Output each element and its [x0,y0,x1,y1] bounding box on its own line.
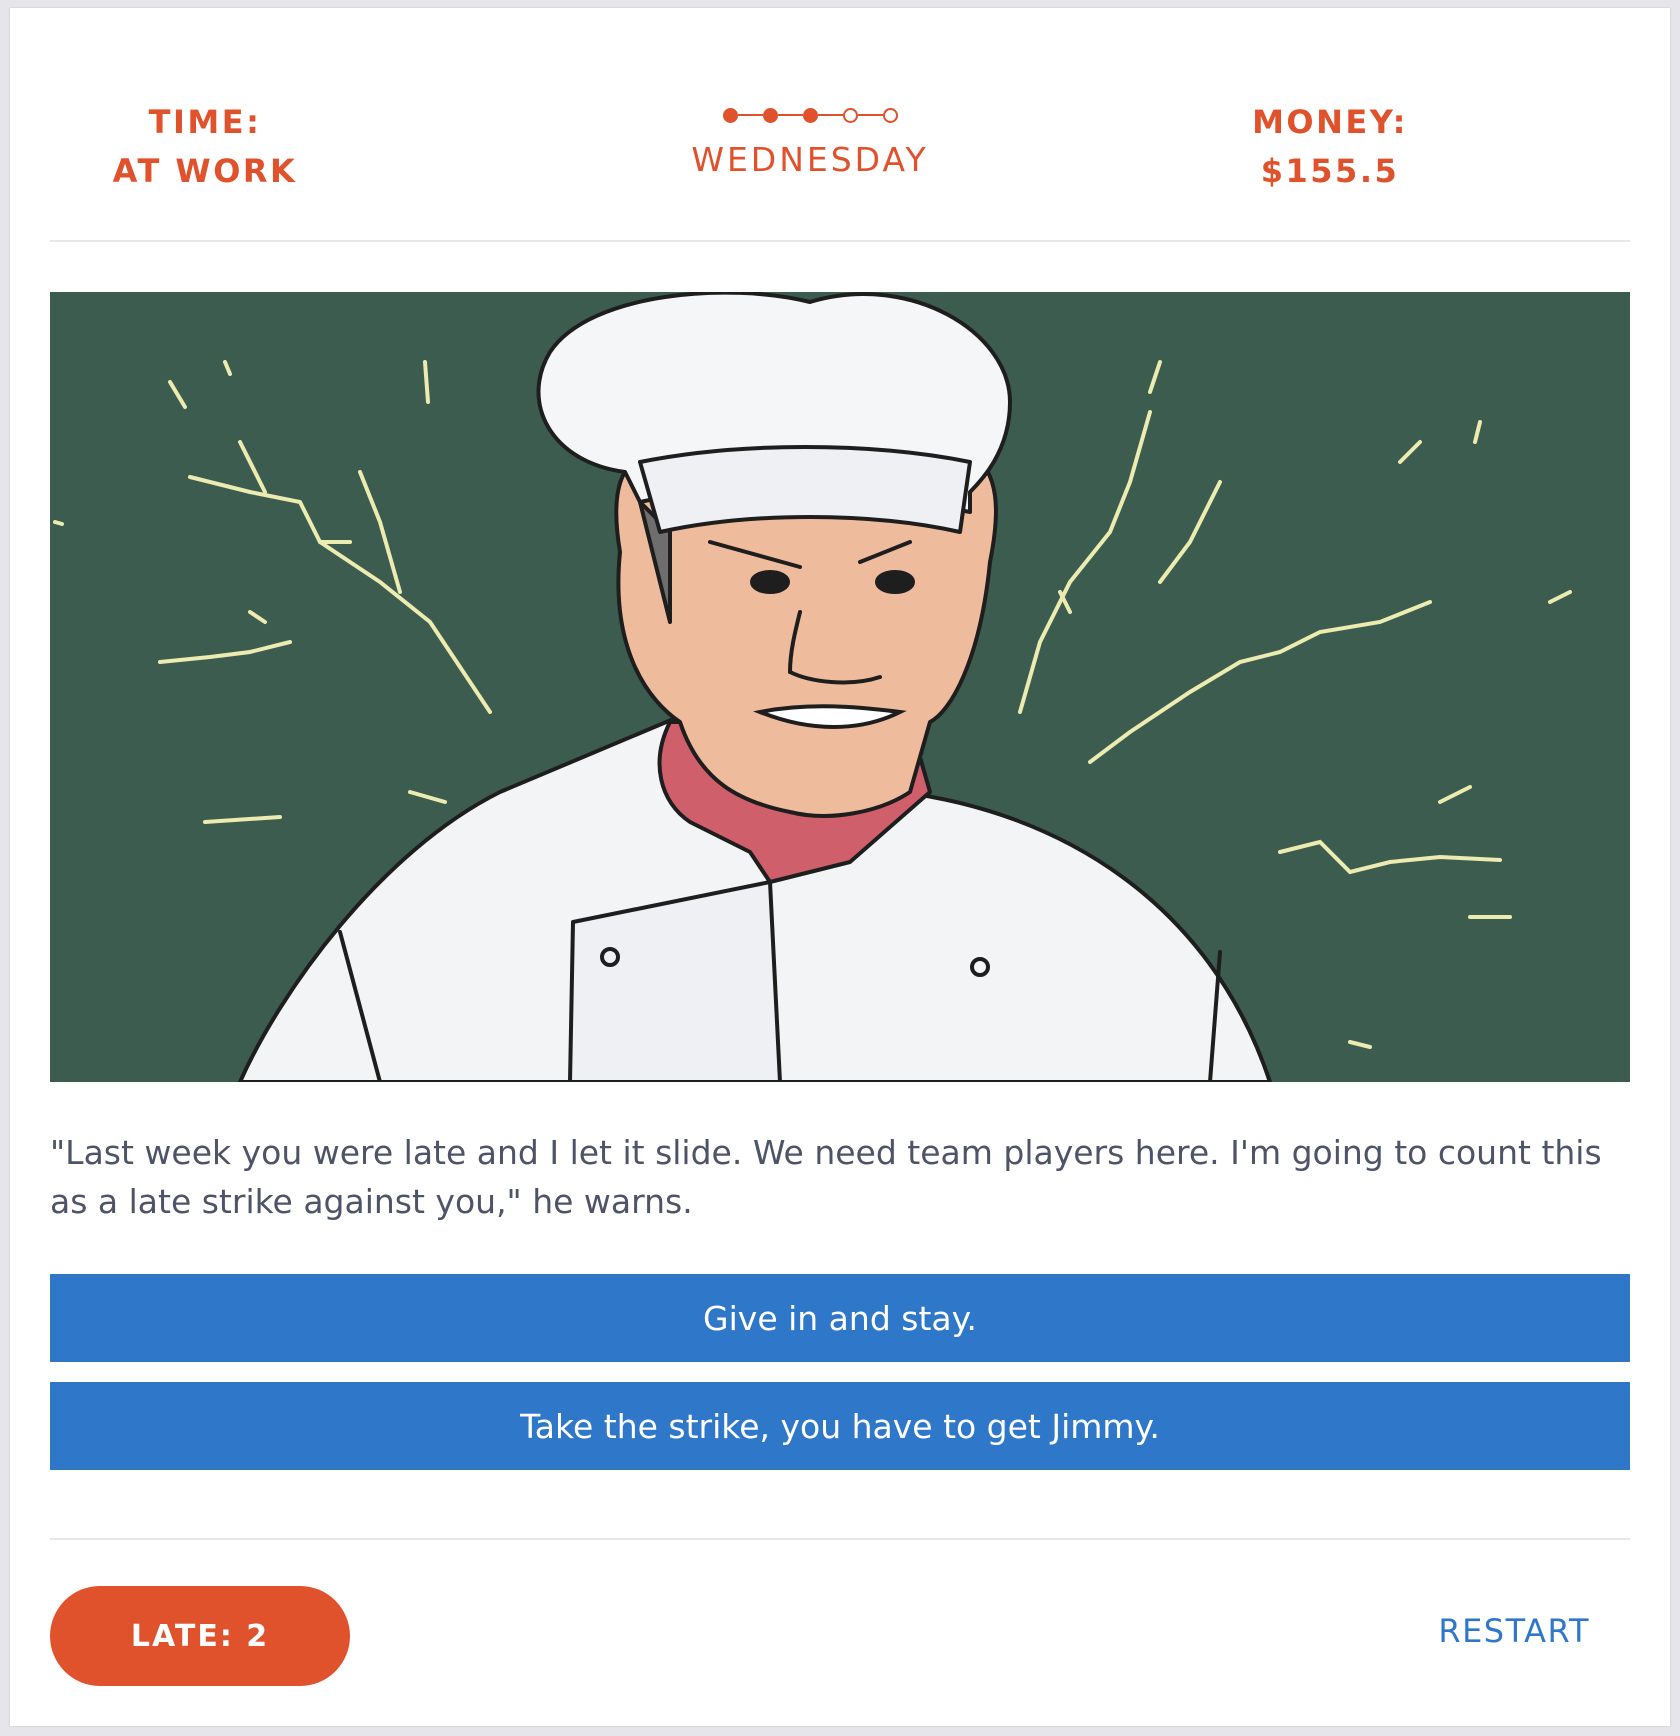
money-value: $155.5 [1260,152,1400,190]
day-dot-connector [817,113,843,117]
day-dot-1 [722,107,738,123]
choice-button-take-strike[interactable]: Take the strike, you have to get Jimmy. [50,1382,1630,1470]
day-dot-connector [777,113,803,117]
money-stat: MONEY: $155.5 [1130,98,1530,196]
day-dot-3 [802,107,818,123]
money-label: MONEY: [1252,103,1408,141]
late-strikes-badge: LATE: 2 [50,1586,350,1686]
footer-divider [50,1538,1630,1540]
time-label: TIME: [148,103,262,141]
day-dot-5 [882,107,898,123]
day-dot-connector [737,113,763,117]
day-dot-2 [762,107,778,123]
day-indicator: WEDNESDAY [610,102,1010,180]
game-card: TIME: AT WORK WEDNESDAY MONEY: $155.5 "L… [10,8,1670,1726]
restart-link[interactable]: RESTART [1438,1612,1590,1650]
day-name: WEDNESDAY [691,140,929,179]
day-dot-connector [857,113,883,117]
time-stat: TIME: AT WORK [5,98,405,196]
choice-button-give-in[interactable]: Give in and stay. [50,1274,1630,1362]
status-header: TIME: AT WORK WEDNESDAY MONEY: $155.5 [50,8,1630,242]
day-progress-dots [610,102,1010,128]
chef-image [50,292,1630,1082]
story-text: "Last week you were late and I let it sl… [50,1133,1602,1221]
angry-chef-illustration [50,292,1630,1082]
time-value: AT WORK [112,152,298,190]
day-dot-4 [842,107,858,123]
